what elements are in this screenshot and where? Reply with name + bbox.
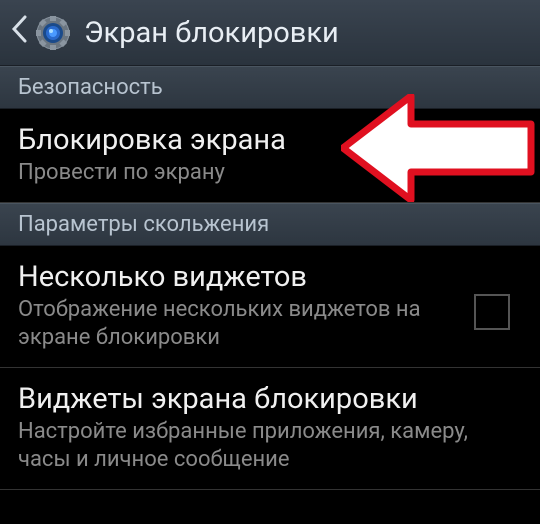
app-header: Экран блокировки xyxy=(0,0,540,66)
item-subtitle: Провести по экрану xyxy=(18,159,522,188)
item-lock-screen-widgets[interactable]: Виджеты экрана блокировки Настройте избр… xyxy=(0,368,540,490)
item-multiple-widgets[interactable]: Несколько виджетов Отображение нескольки… xyxy=(0,246,540,368)
item-subtitle: Отображение нескольких виджетов на экран… xyxy=(18,296,522,353)
item-title: Несколько виджетов xyxy=(18,260,522,294)
section-header-slide-params: Параметры скольжения xyxy=(0,203,540,246)
item-title: Виджеты экрана блокировки xyxy=(18,382,522,416)
settings-gear-icon xyxy=(32,12,74,54)
checkbox-multiple-widgets[interactable] xyxy=(474,294,510,330)
section-header-security: Безопасность xyxy=(0,66,540,109)
page-title: Экран блокировки xyxy=(84,16,339,50)
item-subtitle: Настройте избранные приложения, камеру, … xyxy=(18,418,522,475)
item-title: Блокировка экрана xyxy=(18,123,522,157)
back-icon[interactable] xyxy=(10,14,28,52)
item-screen-lock[interactable]: Блокировка экрана Провести по экрану xyxy=(0,109,540,203)
